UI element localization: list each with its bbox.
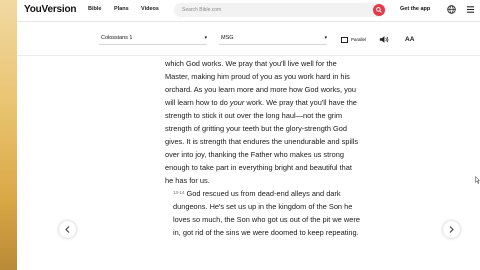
parallel-label: Parallel — [351, 37, 367, 43]
book-chapter-label: Colossians 1 — [101, 35, 133, 41]
menu-icon[interactable] — [466, 5, 475, 14]
reader-toolbar: Colossians 1 ▾ MSG ▾ Parallel AA — [17, 22, 480, 56]
version-selector[interactable]: MSG ▾ — [219, 33, 327, 45]
get-the-app-link[interactable]: Get the app — [400, 6, 430, 12]
speaker-icon[interactable] — [379, 35, 389, 44]
mouse-cursor-icon — [475, 176, 480, 184]
passage-paragraph: which God works. We pray that you'll liv… — [165, 59, 359, 185]
chevron-down-icon: ▾ — [204, 35, 207, 41]
chevron-down-icon: ▾ — [324, 35, 327, 41]
font-size-button[interactable]: AA — [405, 36, 414, 43]
nav-plans[interactable]: Plans — [114, 6, 129, 12]
next-chapter-button[interactable] — [443, 221, 460, 238]
top-navigation-bar: YouVersion Bible Plans Videos Search Bib… — [17, 0, 480, 22]
parallel-icon — [341, 37, 348, 43]
youversion-logo[interactable]: YouVersion — [24, 4, 76, 15]
search-icon — [376, 7, 382, 13]
parallel-toggle[interactable]: Parallel — [341, 37, 366, 43]
book-chapter-selector[interactable]: Colossians 1 ▾ — [99, 33, 207, 45]
search-bar[interactable]: Search Bible.com — [174, 3, 386, 17]
passage-paragraph: 13-14 God rescued us from dead-end alleys… — [173, 189, 360, 237]
search-input[interactable]: Search Bible.com — [182, 7, 221, 13]
version-label: MSG — [221, 35, 234, 41]
nav-bible[interactable]: Bible — [88, 6, 101, 12]
search-button[interactable] — [373, 4, 385, 16]
chevron-right-icon — [449, 226, 454, 233]
background-image-strip — [0, 0, 17, 270]
globe-icon[interactable] — [447, 5, 456, 14]
nav-videos[interactable]: Videos — [141, 6, 159, 12]
passage-text: which God works. We pray that you'll liv… — [165, 57, 360, 239]
verse-number: 13-14 — [173, 190, 185, 195]
chevron-left-icon — [65, 226, 70, 233]
previous-chapter-button[interactable] — [59, 221, 76, 238]
